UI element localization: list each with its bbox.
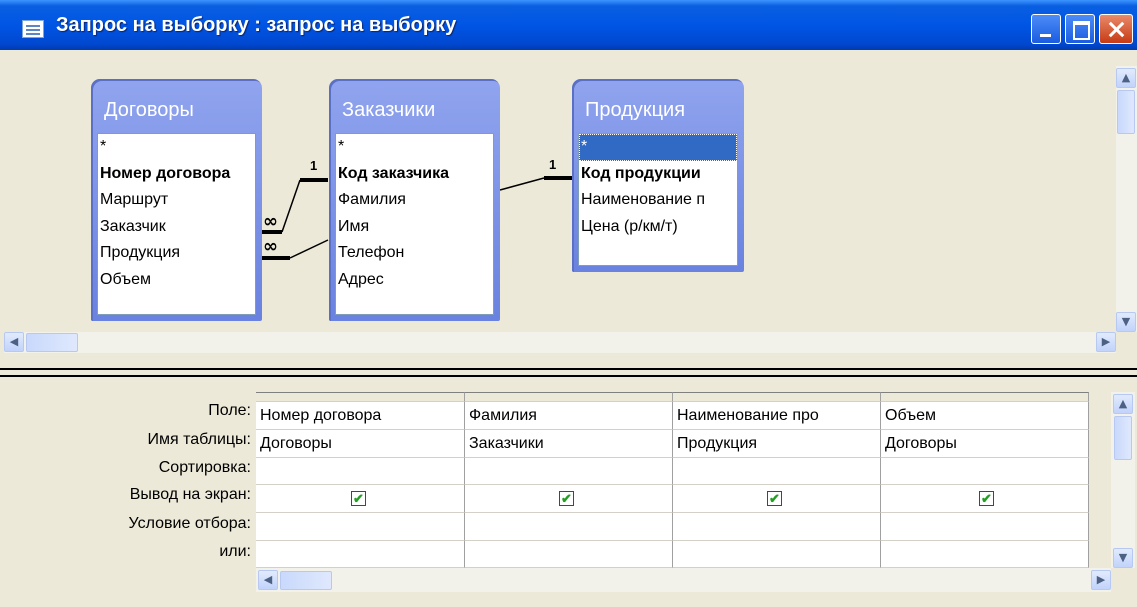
grid-cell-table[interactable]: Договоры: [881, 430, 1089, 458]
pane-splitter[interactable]: [0, 368, 1137, 377]
field-item-all[interactable]: *: [336, 134, 493, 161]
grid-cell-or[interactable]: [465, 541, 673, 568]
scroll-up-icon[interactable]: ▲: [1113, 394, 1133, 414]
grid-cell-show: ✔: [256, 485, 465, 513]
grid-row-label-criteria: Условие отбора:: [128, 515, 251, 532]
grid-cell-show: ✔: [465, 485, 673, 513]
field-list-customers[interactable]: Заказчики * Код заказчика Фамилия Имя Те…: [329, 79, 500, 321]
grid-cell-or[interactable]: [881, 541, 1089, 568]
relation-one-label: 1: [549, 157, 556, 172]
grid-row-label-table: Имя таблицы:: [147, 431, 251, 448]
field-list-title: Заказчики: [342, 99, 436, 121]
show-checkbox[interactable]: ✔: [559, 491, 574, 506]
scroll-left-icon[interactable]: ◀: [4, 332, 24, 352]
grid-cell-show: ✔: [881, 485, 1089, 513]
upper-vertical-scrollbar[interactable]: ▲ ▼: [1116, 66, 1137, 332]
field-item-customer[interactable]: Заказчик: [98, 214, 255, 241]
grid-cell-field[interactable]: Объем: [881, 402, 1089, 430]
grid-horizontal-scrollbar[interactable]: ◀ ▶: [256, 568, 1111, 592]
field-list-contracts[interactable]: Договоры * Номер договора Маршрут Заказч…: [91, 79, 262, 321]
scroll-thumb[interactable]: [280, 571, 332, 590]
grid-cell-sort[interactable]: [673, 458, 881, 485]
grid-row-label-field: Поле:: [208, 402, 251, 419]
scroll-thumb[interactable]: [26, 333, 78, 352]
field-item-surname[interactable]: Фамилия: [336, 187, 493, 214]
field-list-title: Продукция: [585, 99, 686, 121]
grid-row-label-or: или:: [219, 543, 251, 560]
grid-cell-criteria[interactable]: [256, 513, 465, 541]
show-checkbox[interactable]: ✔: [979, 491, 994, 506]
grid-cell-table[interactable]: Договоры: [256, 430, 465, 458]
field-list-title: Договоры: [104, 99, 194, 121]
grid-cell-criteria[interactable]: [465, 513, 673, 541]
relation-one-label: 1: [310, 158, 317, 173]
grid-cell-sort[interactable]: [256, 458, 465, 485]
show-checkbox[interactable]: ✔: [767, 491, 782, 506]
grid-cell-show: ✔: [673, 485, 881, 513]
grid-cell-or[interactable]: [256, 541, 465, 568]
relation-line-customer: [281, 179, 301, 233]
scroll-right-icon[interactable]: ▶: [1091, 570, 1111, 590]
grid-row-label-sort: Сортировка:: [158, 459, 251, 476]
show-checkbox[interactable]: ✔: [351, 491, 366, 506]
scroll-down-icon[interactable]: ▼: [1116, 312, 1136, 332]
scroll-thumb[interactable]: [1117, 90, 1135, 134]
column-selector[interactable]: [465, 392, 673, 402]
field-item-phone[interactable]: Телефон: [336, 240, 493, 267]
field-item-customer-code[interactable]: Код заказчика: [336, 161, 493, 188]
grid-cell-criteria[interactable]: [881, 513, 1089, 541]
grid-cell-field[interactable]: Наименование про: [673, 402, 881, 430]
upper-horizontal-scrollbar[interactable]: ◀ ▶: [4, 332, 1116, 353]
grid-cell-table[interactable]: Заказчики: [465, 430, 673, 458]
grid-vertical-scrollbar[interactable]: ▲ ▼: [1111, 392, 1135, 568]
column-selector[interactable]: [673, 392, 881, 402]
column-selector[interactable]: [256, 392, 465, 402]
grid-row-label-show: Вывод на экран:: [129, 486, 251, 503]
field-list-body: * Номер договора Маршрут Заказчик Продук…: [97, 133, 256, 315]
relation-many-label: ∞: [263, 211, 278, 232]
scroll-right-icon[interactable]: ▶: [1096, 332, 1116, 352]
field-list-products[interactable]: Продукция * Код продукции Наименование п…: [572, 79, 744, 272]
field-list-body: * Код продукции Наименование п Цена (р/к…: [578, 133, 738, 266]
scroll-up-icon[interactable]: ▲: [1116, 68, 1136, 88]
field-item-volume[interactable]: Объем: [98, 267, 255, 294]
grid-cell-or[interactable]: [673, 541, 881, 568]
scroll-left-icon[interactable]: ◀: [258, 570, 278, 590]
grid-cell-criteria[interactable]: [673, 513, 881, 541]
column-selector[interactable]: [881, 392, 1089, 402]
field-item-name[interactable]: Имя: [336, 214, 493, 241]
grid-cell-field[interactable]: Номер договора: [256, 402, 465, 430]
relation-many-label: ∞: [263, 236, 278, 257]
field-item-product-name[interactable]: Наименование п: [579, 187, 737, 214]
field-item-product-code[interactable]: Код продукции: [579, 161, 737, 188]
field-item-address[interactable]: Адрес: [336, 267, 493, 294]
query-window: Запрос на выборку : запрос на выборку 1 …: [0, 0, 1137, 607]
relation-line-product-a: [289, 239, 329, 259]
scroll-down-icon[interactable]: ▼: [1113, 548, 1133, 568]
field-item-product[interactable]: Продукция: [98, 240, 255, 267]
field-item-all[interactable]: *: [579, 134, 737, 161]
query-design-grid: Номер договора Договоры ✔ Фамилия Заказч…: [256, 392, 1089, 592]
grid-cell-sort[interactable]: [881, 458, 1089, 485]
field-item-contract-number[interactable]: Номер договора: [98, 161, 255, 188]
scroll-thumb[interactable]: [1114, 416, 1132, 460]
field-list-body: * Код заказчика Фамилия Имя Телефон Адре…: [335, 133, 494, 315]
field-item-price[interactable]: Цена (р/км/т): [579, 214, 737, 241]
grid-cell-sort[interactable]: [465, 458, 673, 485]
grid-cell-field[interactable]: Фамилия: [465, 402, 673, 430]
field-item-all[interactable]: *: [98, 134, 255, 161]
grid-cell-table[interactable]: Продукция: [673, 430, 881, 458]
relation-line-product-b: [499, 177, 545, 191]
field-item-route[interactable]: Маршрут: [98, 187, 255, 214]
